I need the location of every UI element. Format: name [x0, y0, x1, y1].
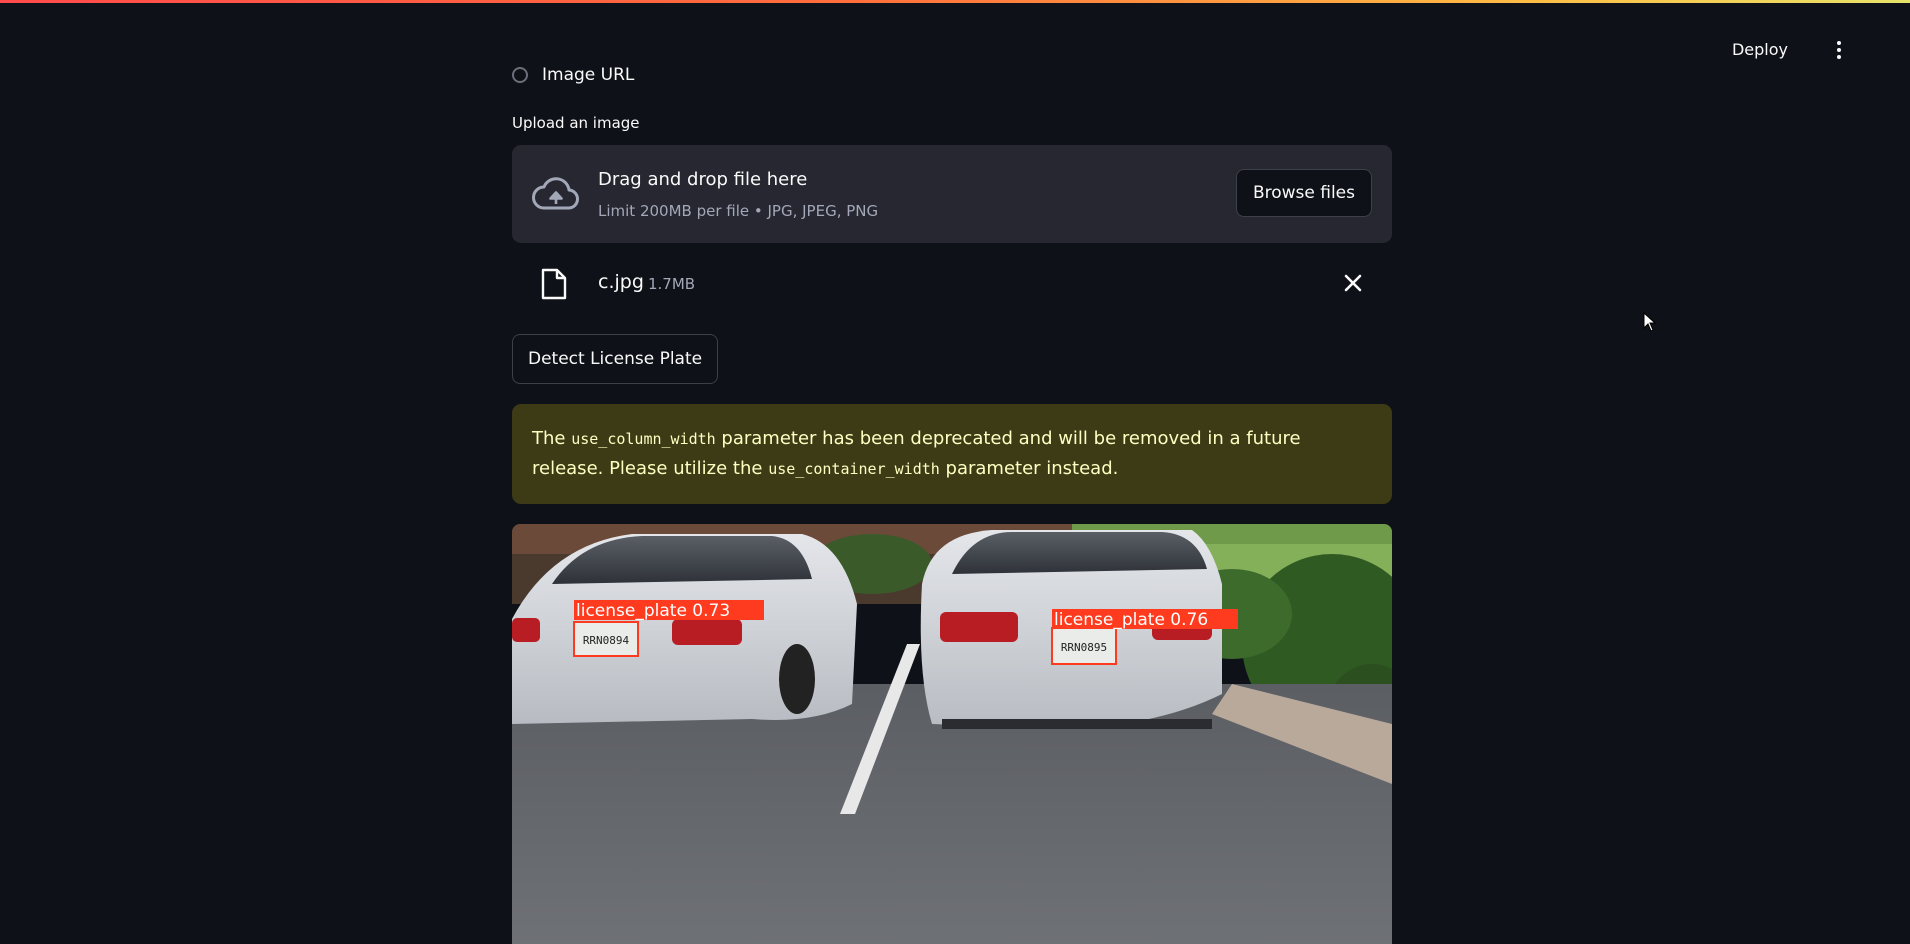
parking-lot-photo: RRN0894 license_plate 0.73 RRN0895 licen…	[512, 524, 1392, 944]
warning-code-2: use_container_width	[768, 460, 940, 478]
kebab-menu-icon[interactable]	[1824, 35, 1854, 65]
upload-label: Upload an image	[512, 114, 640, 132]
app-header: Deploy	[0, 3, 1910, 87]
file-dropzone[interactable]: Drag and drop file here Limit 200MB per …	[512, 145, 1392, 243]
radio-option-image-url[interactable]: Image URL	[512, 63, 634, 87]
warning-text-1: The	[532, 428, 572, 449]
uploaded-file-row: c.jpg 1.7MB	[512, 262, 1392, 306]
deploy-button[interactable]: Deploy	[1724, 35, 1796, 65]
mouse-cursor-icon	[1643, 312, 1657, 332]
warning-code-1: use_column_width	[571, 430, 716, 448]
detection-label-left: license_plate 0.73	[576, 601, 730, 621]
file-icon	[541, 268, 567, 300]
browse-files-button[interactable]: Browse files	[1235, 169, 1372, 217]
radio-label: Image URL	[542, 65, 635, 85]
detect-license-plate-button[interactable]: Detect License Plate	[512, 334, 719, 384]
dropzone-subtitle: Limit 200MB per file • JPG, JPEG, PNG	[598, 202, 879, 220]
detection-label-right: license_plate 0.76	[1054, 610, 1208, 630]
radio-circle[interactable]	[512, 67, 528, 83]
plate-text-right: RRN0895	[1061, 641, 1107, 654]
dropzone-title: Drag and drop file here	[598, 169, 808, 190]
detection-result-image: RRN0894 license_plate 0.73 RRN0895 licen…	[512, 524, 1392, 944]
cloud-upload-icon	[532, 177, 579, 210]
file-size: 1.7MB	[648, 275, 696, 293]
deprecation-warning: The use_column_width parameter has been …	[512, 404, 1392, 504]
close-icon[interactable]	[1342, 272, 1364, 294]
file-name: c.jpg	[598, 271, 644, 293]
warning-text-3: parameter instead.	[939, 458, 1119, 479]
plate-text-left: RRN0894	[583, 634, 630, 647]
